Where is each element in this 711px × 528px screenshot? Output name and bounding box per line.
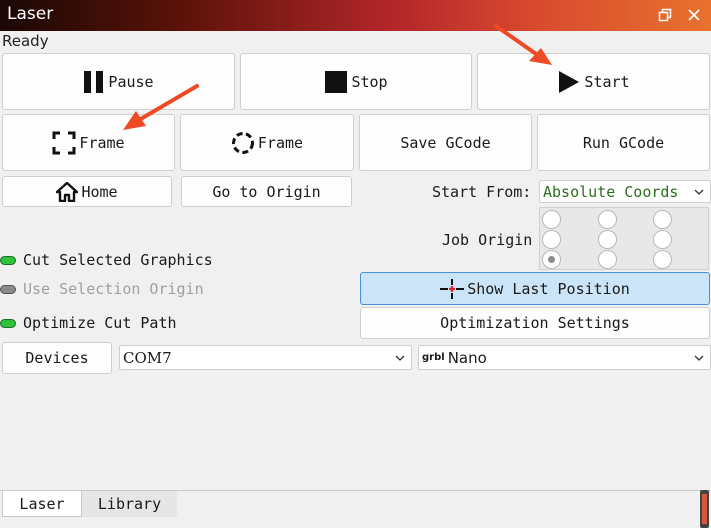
- crosshair-icon: [440, 278, 465, 299]
- devices-label: Devices: [25, 349, 89, 367]
- frame-rect-label: Frame: [79, 133, 125, 152]
- tab-library[interactable]: Library: [82, 491, 177, 517]
- origin-bottom-center-radio[interactable]: [598, 250, 617, 269]
- chevron-down-icon: [395, 355, 405, 361]
- pause-icon: [84, 70, 104, 93]
- toggle-indicator: [0, 318, 16, 328]
- home-label: Home: [81, 182, 118, 201]
- run-gcode-button[interactable]: Run GCode: [537, 114, 710, 171]
- start-from-label: Start From:: [432, 183, 532, 201]
- start-label: Start: [584, 72, 630, 91]
- job-origin-label: Job Origin: [442, 231, 533, 249]
- origin-top-right-radio[interactable]: [653, 210, 672, 229]
- stop-button[interactable]: Stop: [240, 53, 472, 110]
- start-from-select[interactable]: Absolute Coords: [539, 180, 711, 203]
- play-icon: [559, 70, 580, 93]
- devices-button[interactable]: Devices: [2, 342, 112, 374]
- close-icon[interactable]: [686, 7, 702, 23]
- window-title: Laser: [7, 4, 54, 24]
- optimize-cut-path-toggle[interactable]: Optimize Cut Path: [0, 314, 177, 332]
- toggle-indicator: [0, 255, 16, 265]
- restore-window-icon[interactable]: [657, 7, 673, 23]
- grbl-logo: grbl: [422, 352, 445, 363]
- optimize-cut-path-label: Optimize Cut Path: [23, 314, 177, 332]
- job-origin-grid: [539, 207, 709, 270]
- chevron-down-icon: [694, 189, 704, 195]
- tab-laser[interactable]: Laser: [2, 491, 82, 517]
- origin-middle-right-radio[interactable]: [653, 230, 672, 249]
- arrow-icon: [494, 24, 552, 65]
- optimization-settings-button[interactable]: Optimization Settings: [360, 307, 710, 339]
- arrow-icon: [123, 84, 199, 130]
- toggle-indicator: [0, 284, 16, 294]
- circle-frame-icon: [231, 131, 254, 154]
- bottom-tab-bar: Laser Library: [0, 490, 711, 528]
- frame-circle-button[interactable]: Frame: [180, 114, 354, 171]
- origin-top-center-radio[interactable]: [598, 210, 617, 229]
- rectangle-frame-icon: [52, 131, 76, 154]
- use-selection-origin-toggle[interactable]: Use Selection Origin: [0, 280, 204, 298]
- status-text: Ready: [2, 32, 49, 50]
- show-last-position-button[interactable]: Show Last Position: [360, 272, 710, 305]
- home-icon: [56, 181, 79, 202]
- chevron-down-icon: [694, 355, 704, 361]
- home-button[interactable]: Home: [2, 176, 172, 207]
- go-to-origin-button[interactable]: Go to Origin: [181, 176, 352, 207]
- origin-top-left-radio[interactable]: [542, 210, 561, 229]
- origin-bottom-right-radio[interactable]: [653, 250, 672, 269]
- origin-center-radio[interactable]: [598, 230, 617, 249]
- save-gcode-button[interactable]: Save GCode: [359, 114, 532, 171]
- controller-select[interactable]: grbl Nano: [418, 345, 711, 370]
- port-select[interactable]: COM7: [119, 345, 412, 370]
- go-to-origin-label: Go to Origin: [212, 182, 321, 201]
- controller-value: Nano: [447, 348, 487, 367]
- origin-middle-left-radio[interactable]: [542, 230, 561, 249]
- window-titlebar[interactable]: Laser: [0, 0, 711, 31]
- stop-label: Stop: [351, 72, 388, 91]
- run-gcode-label: Run GCode: [582, 133, 665, 152]
- panel-resize-handle[interactable]: [700, 490, 709, 528]
- port-value: COM7: [123, 348, 172, 367]
- save-gcode-label: Save GCode: [400, 133, 491, 152]
- start-from-value: Absolute Coords: [543, 182, 679, 201]
- cut-selected-toggle[interactable]: Cut Selected Graphics: [0, 251, 213, 269]
- show-last-position-label: Show Last Position: [467, 279, 630, 298]
- use-selection-origin-label: Use Selection Origin: [23, 280, 204, 298]
- optimization-settings-label: Optimization Settings: [440, 314, 630, 332]
- stop-icon: [325, 70, 348, 93]
- cut-selected-label: Cut Selected Graphics: [23, 251, 213, 269]
- frame-circle-label: Frame: [257, 133, 304, 152]
- origin-bottom-left-radio[interactable]: [542, 250, 561, 269]
